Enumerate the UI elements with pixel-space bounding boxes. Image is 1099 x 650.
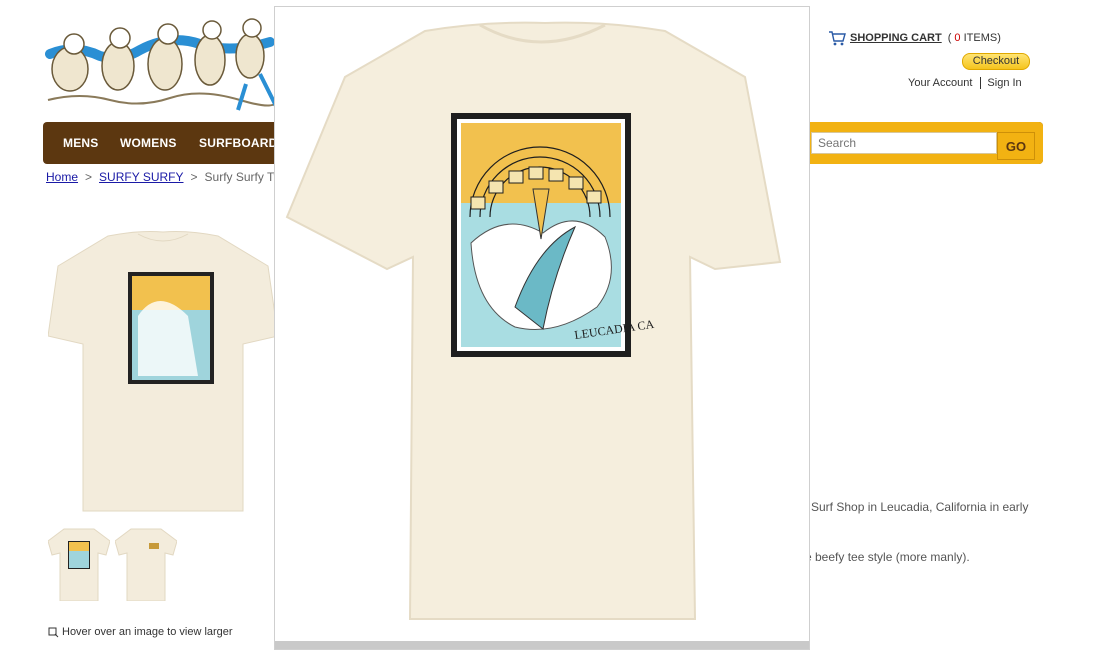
- account-separator: [980, 77, 982, 89]
- nav-item-surfboards[interactable]: SURFBOARDS: [199, 122, 286, 164]
- product-description-line-2: e beefy tee style (more manly).: [805, 550, 970, 564]
- search-go-button[interactable]: GO: [997, 132, 1035, 160]
- shopping-cart: SHOPPING CART ( 0 ITEMS): [828, 28, 1048, 48]
- cart-count-prefix: (: [947, 32, 952, 44]
- nav-item-mens[interactable]: MENS: [63, 122, 98, 164]
- zoomed-product-image: LEUCADIA CA: [275, 7, 809, 643]
- sign-in-link[interactable]: Sign In: [987, 77, 1021, 89]
- search-input[interactable]: [811, 132, 997, 154]
- shopping-cart-link[interactable]: SHOPPING CART: [850, 32, 942, 44]
- shirt-print-graphic: LEUCADIA CA: [451, 113, 655, 357]
- breadcrumb-current: Surfy Surfy Ty: [204, 170, 280, 184]
- account-links: Your Account Sign In: [908, 77, 1022, 89]
- site-logo[interactable]: [40, 14, 280, 114]
- breadcrumb-home-link[interactable]: Home: [46, 170, 78, 184]
- hover-hint-text: Hover over an image to view larger: [62, 626, 233, 638]
- breadcrumb-separator: >: [190, 170, 198, 184]
- zoom-icon: [48, 627, 59, 637]
- product-main-image[interactable]: [48, 226, 278, 516]
- breadcrumb: Home > SURFY SURFY > Surfy Surfy Ty: [46, 170, 280, 184]
- zoom-panel-scrollbar[interactable]: [275, 641, 809, 649]
- your-account-link[interactable]: Your Account: [908, 77, 972, 89]
- product-thumbnail-front[interactable]: [115, 527, 177, 601]
- cart-count-suffix: ITEMS): [963, 32, 1001, 44]
- product-description-line-1: Surf Shop in Leucadia, California in ear…: [811, 500, 1029, 514]
- image-zoom-panel[interactable]: LEUCADIA CA: [274, 6, 810, 650]
- nav-item-womens[interactable]: WOMENS: [120, 122, 177, 164]
- search-bar: GO: [807, 122, 1043, 164]
- cart-item-count: ( 0 ITEMS): [948, 32, 1001, 44]
- breadcrumb-separator: >: [85, 170, 93, 184]
- hover-hint: Hover over an image to view larger: [48, 626, 233, 638]
- checkout-button[interactable]: Checkout: [962, 53, 1030, 70]
- breadcrumb-category-link[interactable]: SURFY SURFY: [99, 170, 183, 184]
- product-thumbnail-back[interactable]: [48, 527, 110, 601]
- cart-count-number: 0: [954, 32, 961, 44]
- shopping-cart-icon[interactable]: [828, 30, 846, 46]
- logo-illustration: [45, 18, 278, 111]
